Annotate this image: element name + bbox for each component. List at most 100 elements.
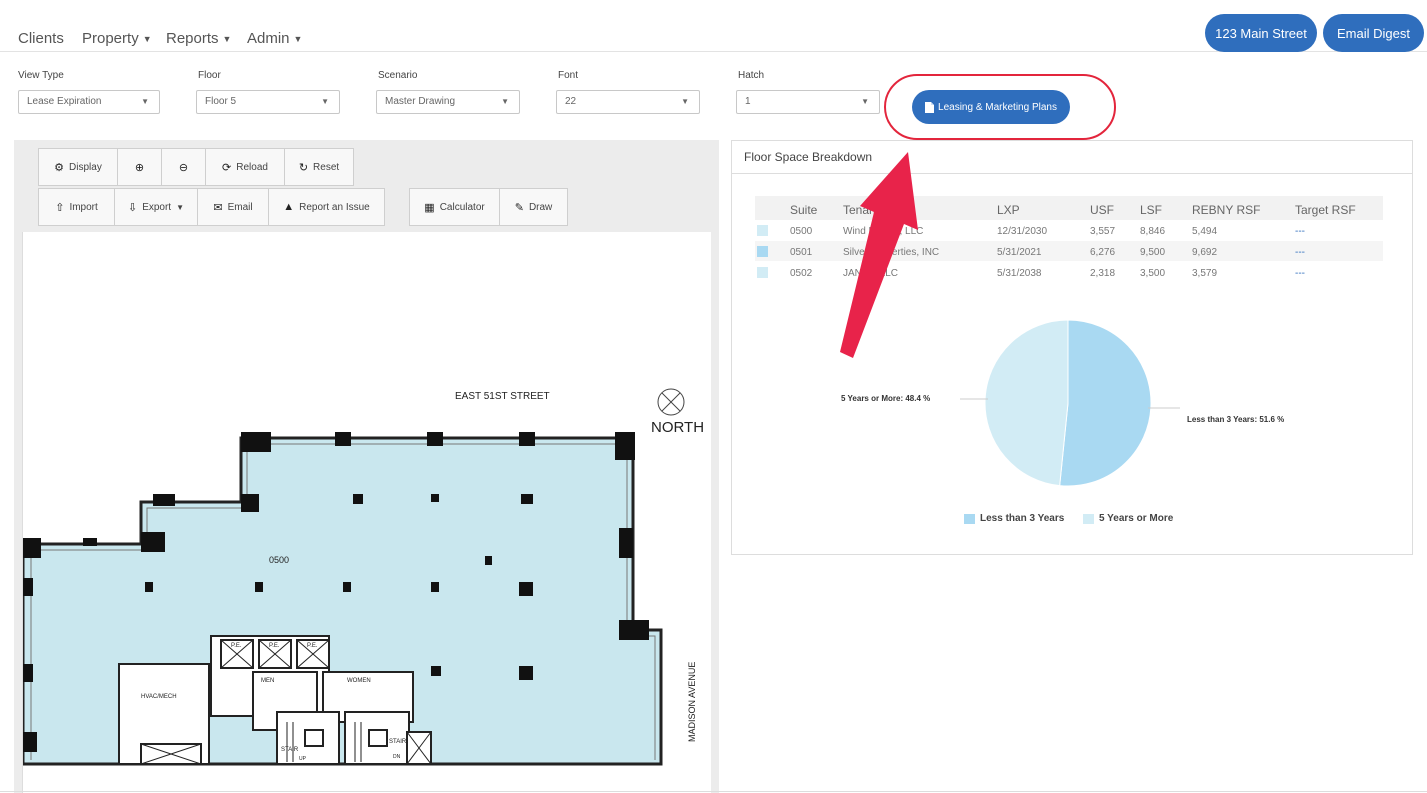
highlight-circle: [884, 74, 1116, 140]
floor-label: Floor: [198, 70, 221, 81]
legend-item-5plus[interactable]: 5 Years or More: [1083, 513, 1173, 524]
suite-color-swatch: [757, 267, 768, 278]
download-icon: ⇩: [127, 201, 138, 214]
hatch-select[interactable]: 1 ▼: [736, 90, 880, 114]
scenario-select[interactable]: Master Drawing ▼: [376, 90, 520, 114]
room-label-pe1: P.E.: [231, 643, 242, 649]
col-suite: Suite: [790, 203, 818, 217]
refresh-icon: ⟳: [222, 161, 232, 174]
room-label-pe2: P.E.: [269, 643, 280, 649]
annotation-arrow-icon: [840, 152, 918, 358]
report-issue-button[interactable]: ▲ Report an Issue: [268, 188, 385, 226]
warning-icon: ▲: [283, 201, 295, 213]
cell-lxp: 5/31/2021: [997, 247, 1042, 258]
dropdown-arrow-icon: ▼: [681, 97, 689, 106]
cell-target[interactable]: ---: [1295, 268, 1305, 279]
nav-admin[interactable]: Admin ▼: [247, 30, 302, 47]
font-value: 22: [565, 96, 577, 107]
email-label: Email: [227, 201, 253, 213]
chevron-down-icon: ▼: [142, 34, 152, 44]
room-label-hvac: HVAC/MECH: [141, 694, 177, 700]
property-address-button[interactable]: 123 Main Street: [1205, 14, 1317, 52]
cell-suite: 0502: [790, 268, 813, 279]
suite-color-swatch: [757, 246, 768, 257]
footer-divider: [0, 791, 1427, 792]
cell-target[interactable]: ---: [1295, 226, 1305, 237]
cell-usf: 6,276: [1090, 247, 1116, 258]
view-type-select[interactable]: Lease Expiration ▼: [18, 90, 160, 114]
report-issue-label: Report an Issue: [299, 201, 370, 213]
cell-lxp: 12/31/2030: [997, 226, 1048, 237]
cell-lsf: 9,500: [1140, 247, 1166, 258]
legend-item-lt3[interactable]: Less than 3 Years: [964, 513, 1064, 524]
pie-slice-5-years-or-more[interactable]: [984, 319, 1069, 487]
pie-chart: [960, 319, 1180, 487]
nav-reports[interactable]: Reports ▼: [166, 30, 231, 47]
nav-property[interactable]: Property ▼: [82, 30, 152, 47]
dropdown-arrow-icon: ▼: [321, 97, 329, 106]
scenario-value: Master Drawing: [385, 96, 456, 107]
legend-label: Less than 3 Years: [980, 513, 1065, 524]
draw-button[interactable]: ✎ Draw: [499, 188, 568, 226]
cell-target[interactable]: ---: [1295, 247, 1305, 258]
chevron-down-icon: ▼: [293, 34, 303, 44]
street-label-right: MADISON AVENUE: [687, 661, 697, 742]
zoom-in-button[interactable]: ⊕: [117, 148, 162, 186]
export-button[interactable]: ⇩ Export ▼: [114, 188, 198, 226]
chevron-down-icon: ▼: [222, 34, 232, 44]
dropdown-arrow-icon: ▼: [141, 97, 149, 106]
gear-icon: ⚙: [54, 161, 65, 174]
nav-admin-label: Admin: [247, 30, 290, 47]
legend-swatch: [964, 513, 975, 524]
email-button[interactable]: ✉ Email: [197, 188, 269, 226]
cell-usf: 3,557: [1090, 226, 1116, 237]
room-label-stair1: STAIR: [281, 747, 299, 753]
reload-button[interactable]: ⟳ Reload: [205, 148, 285, 186]
calculator-button[interactable]: ▦ Calculator: [409, 188, 500, 226]
zoom-out-icon: ⊖: [178, 161, 189, 174]
legend-label: 5 Years or More: [1099, 513, 1174, 524]
calculator-icon: ▦: [424, 201, 435, 214]
cell-usf: 2,318: [1090, 268, 1116, 279]
reset-button[interactable]: ↻ Reset: [284, 148, 354, 186]
import-button[interactable]: ⇧ Import: [38, 188, 115, 226]
font-select[interactable]: 22 ▼: [556, 90, 700, 114]
display-button[interactable]: ⚙ Display: [38, 148, 118, 186]
chevron-down-icon: ▼: [176, 202, 185, 212]
cell-rebny: 3,579: [1192, 268, 1218, 279]
cell-rebny: 5,494: [1192, 226, 1218, 237]
hatch-label: Hatch: [738, 70, 765, 81]
cell-lsf: 3,500: [1140, 268, 1166, 279]
scenario-label: Scenario: [378, 70, 418, 81]
calculator-label: Calculator: [439, 201, 485, 213]
floor-select[interactable]: Floor 5 ▼: [196, 90, 340, 114]
pie-label-5plus: 5 Years or More: 48.4 %: [841, 394, 931, 403]
nav-clients[interactable]: Clients: [18, 30, 64, 47]
dropdown-arrow-icon: ▼: [501, 97, 509, 106]
edit-icon: ✎: [514, 201, 524, 214]
envelope-icon: ✉: [213, 201, 223, 214]
reload-label: Reload: [236, 161, 268, 173]
import-label: Import: [69, 201, 98, 213]
suite-label: 0500: [269, 555, 290, 565]
pie-slice-less-than-3-years[interactable]: [1059, 319, 1152, 487]
upload-icon: ⇧: [55, 201, 65, 214]
floorplan-drawing: [23, 388, 685, 766]
room-label-men: MEN: [261, 678, 275, 684]
legend-swatch: [1083, 513, 1094, 524]
room-label-pe3: P.E.: [307, 643, 318, 649]
room-label-stair2: STAIR: [389, 739, 407, 745]
zoom-out-button[interactable]: ⊖: [161, 148, 206, 186]
display-label: Display: [69, 161, 102, 173]
reset-label: Reset: [313, 161, 340, 173]
street-label-top: EAST 51ST STREET: [455, 391, 550, 402]
floorplan-canvas[interactable]: EAST 51ST STREET NORTH 0500 MADISON AVEN…: [22, 232, 711, 793]
reset-icon: ↻: [298, 161, 309, 174]
pie-label-lt3: Less than 3 Years: 51.6 %: [1187, 415, 1285, 424]
col-usf: USF: [1090, 203, 1114, 217]
email-digest-button[interactable]: Email Digest: [1323, 14, 1424, 52]
col-lxp: LXP: [997, 203, 1020, 217]
dropdown-arrow-icon: ▼: [861, 97, 869, 106]
cell-lsf: 8,846: [1140, 226, 1166, 237]
north-label: NORTH: [651, 419, 705, 436]
